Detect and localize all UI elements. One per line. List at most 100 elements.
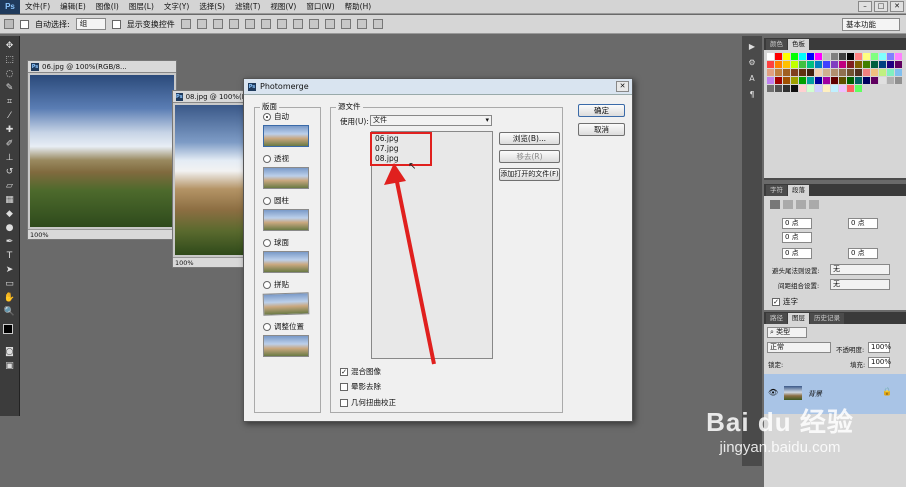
properties-icon[interactable]: ⚙ <box>746 58 758 68</box>
screen-mode-icon[interactable]: ▣ <box>3 360 17 372</box>
color-swatch[interactable] <box>855 85 862 92</box>
space-after-field[interactable]: 0 点 <box>848 248 878 259</box>
menu-edit[interactable]: 编辑(E) <box>55 0 91 14</box>
color-swatch[interactable] <box>831 61 838 68</box>
geometric-distortion-checkbox[interactable] <box>340 398 348 407</box>
justify-icon[interactable] <box>809 200 819 209</box>
color-swatches[interactable] <box>2 324 17 338</box>
color-swatch[interactable] <box>847 53 854 60</box>
layout-collage[interactable]: 拼贴 <box>263 279 289 290</box>
color-swatch[interactable] <box>831 85 838 92</box>
paragraph-icon[interactable]: ¶ <box>746 90 758 100</box>
color-swatch[interactable] <box>783 61 790 68</box>
color-swatch[interactable] <box>791 53 798 60</box>
color-swatch[interactable] <box>823 53 830 60</box>
opacity-field[interactable]: 100% <box>868 342 891 353</box>
color-swatch[interactable] <box>839 77 846 84</box>
color-swatch[interactable] <box>807 69 814 76</box>
radio-auto[interactable] <box>263 112 271 121</box>
quick-select-icon[interactable]: ✎ <box>3 82 17 94</box>
dodge-icon[interactable]: ● <box>3 222 17 234</box>
layout-perspective[interactable]: 透视 <box>263 153 289 164</box>
color-swatch[interactable] <box>871 69 878 76</box>
color-swatch[interactable] <box>887 61 894 68</box>
color-swatch[interactable] <box>783 53 790 60</box>
swatch-grid[interactable] <box>764 50 906 178</box>
color-swatch[interactable] <box>783 85 790 92</box>
color-swatch[interactable] <box>895 69 902 76</box>
color-swatch[interactable] <box>807 53 814 60</box>
hyphenate-checkbox[interactable]: ✓ <box>772 297 780 306</box>
color-swatch[interactable] <box>807 85 814 92</box>
auto-align-icon[interactable] <box>372 19 383 29</box>
color-swatch[interactable] <box>895 61 902 68</box>
distribute-bottom-icon[interactable] <box>308 19 319 29</box>
color-swatch[interactable] <box>791 77 798 84</box>
menu-file[interactable]: 文件(F) <box>20 0 55 14</box>
color-swatch[interactable] <box>855 77 862 84</box>
distribute-middle-icon[interactable] <box>292 19 303 29</box>
color-swatch[interactable] <box>847 61 854 68</box>
option-geometric-distortion[interactable]: 几何扭曲校正 <box>340 397 396 408</box>
color-swatch[interactable] <box>855 61 862 68</box>
layout-auto[interactable]: 自动 <box>263 111 289 122</box>
auto-select-checkbox[interactable] <box>20 19 29 29</box>
color-swatch[interactable] <box>887 53 894 60</box>
color-swatch[interactable] <box>847 85 854 92</box>
indent-left-field[interactable]: 0 点 <box>782 218 812 229</box>
browse-button[interactable]: 浏览(B)... <box>499 132 560 145</box>
vignette-removal-checkbox[interactable] <box>340 382 348 391</box>
align-middle-icon[interactable] <box>196 19 207 29</box>
color-swatch[interactable] <box>823 77 830 84</box>
blur-icon[interactable]: ◆ <box>3 208 17 220</box>
color-swatch[interactable] <box>815 69 822 76</box>
color-swatch[interactable] <box>871 61 878 68</box>
color-swatch[interactable] <box>775 61 782 68</box>
first-line-indent-field[interactable]: 0 点 <box>782 232 812 243</box>
color-swatch[interactable] <box>799 61 806 68</box>
eraser-icon[interactable]: ▱ <box>3 180 17 192</box>
cancel-button[interactable]: 取消 <box>578 123 625 136</box>
brush-icon[interactable]: ✐ <box>3 138 17 150</box>
align-left-icon[interactable] <box>228 19 239 29</box>
radio-spherical[interactable] <box>263 238 271 247</box>
color-swatch[interactable] <box>783 69 790 76</box>
distribute-center-icon[interactable] <box>340 19 351 29</box>
layout-cylindrical[interactable]: 圆柱 <box>263 195 289 206</box>
color-swatch[interactable] <box>839 85 846 92</box>
layer-filter-dropdown[interactable]: ⌕ 类型 <box>767 327 807 338</box>
radio-reposition[interactable] <box>263 322 271 331</box>
color-swatch[interactable] <box>823 61 830 68</box>
layout-spherical-thumbnail[interactable] <box>263 251 309 273</box>
color-swatch[interactable] <box>879 53 886 60</box>
layout-auto-thumbnail[interactable] <box>263 125 309 147</box>
avoid-dropdown[interactable]: 无 <box>830 264 890 275</box>
dialog-close-icon[interactable]: ✕ <box>616 81 629 92</box>
align-right-icon[interactable] <box>260 19 271 29</box>
tab-character[interactable]: 字符 <box>766 185 787 196</box>
tab-history[interactable]: 历史记录 <box>810 313 844 324</box>
color-swatch[interactable] <box>815 85 822 92</box>
color-swatch[interactable] <box>887 69 894 76</box>
move-icon[interactable]: ✥ <box>3 40 17 52</box>
layout-collage-thumbnail[interactable] <box>262 292 310 316</box>
history-brush-icon[interactable]: ↺ <box>3 166 17 178</box>
crop-icon[interactable]: ⌗ <box>3 96 17 108</box>
tab-paragraph[interactable]: 段落 <box>788 185 809 196</box>
gradient-icon[interactable]: ▦ <box>3 194 17 206</box>
blend-mode-dropdown[interactable]: 正常 <box>767 342 831 353</box>
color-swatch[interactable] <box>799 69 806 76</box>
character-icon[interactable]: A <box>746 74 758 84</box>
align-left-text-icon[interactable] <box>770 200 780 209</box>
color-swatch[interactable] <box>855 69 862 76</box>
indent-right-field[interactable]: 0 点 <box>848 218 878 229</box>
color-swatch[interactable] <box>895 77 902 84</box>
color-swatch[interactable] <box>791 85 798 92</box>
color-swatch[interactable] <box>863 61 870 68</box>
shape-icon[interactable]: ▭ <box>3 278 17 290</box>
align-bottom-icon[interactable] <box>212 19 223 29</box>
history-icon[interactable]: ▶ <box>746 42 758 52</box>
move-tool-icon[interactable] <box>4 19 14 29</box>
color-swatch[interactable] <box>823 85 830 92</box>
remove-button[interactable]: 移去(R) <box>499 150 560 163</box>
